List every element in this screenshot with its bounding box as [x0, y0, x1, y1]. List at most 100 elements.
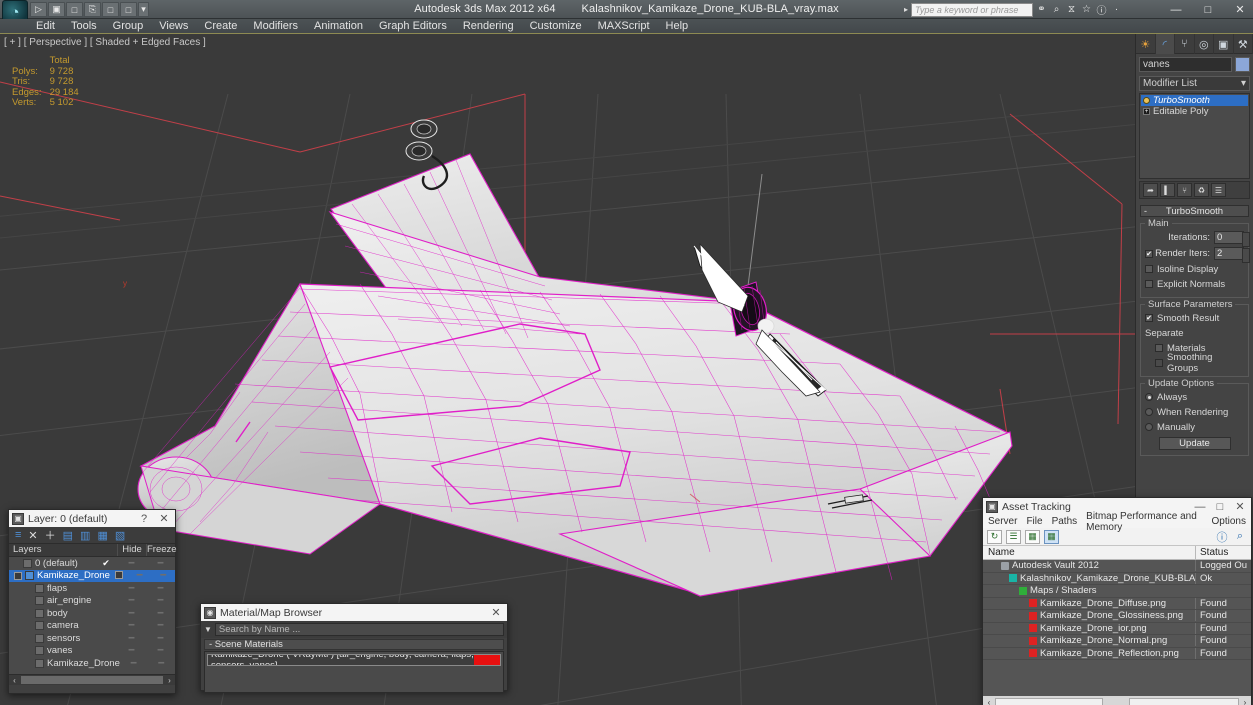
current-layer-box-icon[interactable]: [114, 570, 123, 579]
layer-hide-cell[interactable]: ━: [120, 658, 148, 669]
thumbnail-view-button[interactable]: ▦: [1025, 529, 1040, 544]
asset-row-maps-shaders[interactable]: Maps / Shaders: [983, 585, 1251, 598]
material-search-input[interactable]: Search by Name ...: [214, 623, 504, 636]
pin-stack-button[interactable]: ➦: [1143, 183, 1158, 197]
render-iters-spinner[interactable]: 2: [1214, 247, 1250, 263]
stack-item-editable-poly[interactable]: + Editable Poly: [1141, 106, 1248, 117]
add-selection-button[interactable]: ＋: [45, 527, 56, 543]
search-magnifier-icon[interactable]: ⌕: [1050, 3, 1063, 16]
grid-view-button[interactable]: ▦: [1044, 529, 1059, 544]
layer-list[interactable]: 0 (default) ✔ ━ ━ Kamikaze_Drone ━ ━ fla…: [9, 557, 175, 685]
close-button[interactable]: ✕: [1231, 3, 1249, 16]
iterations-spinner[interactable]: 0: [1214, 231, 1250, 247]
menu-item-edit[interactable]: Edit: [28, 19, 63, 34]
menu-item-group[interactable]: Group: [105, 19, 152, 34]
filter-triangle-icon[interactable]: ▼: [204, 625, 212, 634]
hide-unhide-button[interactable]: ▧: [115, 529, 125, 542]
search-input[interactable]: Type a keyword or phrase: [911, 2, 1033, 17]
scrollbar-thumb[interactable]: [995, 698, 1103, 705]
delete-layer-button[interactable]: ✕: [28, 529, 37, 542]
update-button[interactable]: Update: [1158, 437, 1231, 450]
menu-item-options[interactable]: Options: [1212, 516, 1246, 527]
render-iters-checkbox[interactable]: [1145, 249, 1153, 258]
layer-dialog-help-button[interactable]: ?: [136, 513, 152, 525]
select-objects-button[interactable]: ▤: [63, 529, 73, 542]
update-when-rendering-row[interactable]: When Rendering: [1145, 406, 1244, 418]
remove-modifier-button[interactable]: ♻: [1194, 183, 1209, 197]
layer-freeze-cell[interactable]: ━: [146, 633, 175, 644]
search-binoculars-icon[interactable]: ⚭: [1035, 3, 1048, 16]
menu-item-help[interactable]: Help: [658, 19, 697, 34]
make-unique-button[interactable]: ⑂: [1177, 183, 1192, 197]
menu-item-animation[interactable]: Animation: [306, 19, 371, 34]
select-highlighted-button[interactable]: ▥: [80, 529, 90, 542]
menu-item-create[interactable]: Create: [196, 19, 245, 34]
material-browser-close-button[interactable]: ✕: [488, 606, 504, 619]
layer-hide-cell[interactable]: ━: [117, 633, 146, 644]
asset-row-reflection[interactable]: Kamikaze_Drone_Reflection.png Found: [983, 647, 1251, 660]
explicit-normals-checkbox[interactable]: [1145, 280, 1153, 288]
menu-item-bitmap-performance[interactable]: Bitmap Performance and Memory: [1086, 511, 1202, 533]
favorites-star-icon[interactable]: ☆: [1080, 3, 1093, 16]
asset-row-ior[interactable]: Kamikaze_Drone_ior.png Found: [983, 622, 1251, 635]
list-view-button[interactable]: ☰: [1006, 529, 1021, 544]
layer-row-sensors[interactable]: sensors ━ ━: [9, 632, 175, 645]
layer-freeze-cell[interactable]: ━: [151, 570, 175, 581]
hierarchy-tab[interactable]: ⑂: [1175, 34, 1195, 54]
scrollbar-track[interactable]: [1129, 698, 1239, 705]
layer-hide-cell[interactable]: ━: [117, 608, 146, 619]
help-search-icon[interactable]: ⌕: [1233, 530, 1247, 543]
layer-row-vanes[interactable]: vanes ━ ━: [9, 645, 175, 658]
scene-materials-list[interactable]: Kamikaze_Drone ( VRayMtl ) [air_engine, …: [204, 651, 504, 693]
asset-tracking-dialog[interactable]: ▣ Asset Tracking — □ ✕ Server File Paths…: [982, 497, 1252, 705]
layer-dialog[interactable]: ▣ Layer: 0 (default) ? ✕ ≡ ✕ ＋ ▤ ▥ ▦ ▧ L…: [8, 509, 177, 694]
material-map-browser[interactable]: ◉ Material/Map Browser ✕ ▼ Search by Nam…: [200, 603, 508, 693]
smooth-result-checkbox[interactable]: [1145, 314, 1153, 322]
menu-item-paths[interactable]: Paths: [1052, 516, 1078, 527]
layer-freeze-cell[interactable]: ━: [146, 608, 175, 619]
menu-item-maxscript[interactable]: MAXScript: [590, 19, 658, 34]
update-manually-radio[interactable]: [1145, 423, 1153, 431]
menu-item-file[interactable]: File: [1026, 516, 1042, 527]
asset-tracking-maximize-button[interactable]: □: [1212, 501, 1228, 513]
material-color-swatch[interactable]: [474, 655, 500, 665]
modifier-stack[interactable]: TurboSmooth + Editable Poly: [1139, 93, 1250, 179]
layer-freeze-cell[interactable]: ━: [146, 583, 175, 594]
scroll-right-icon[interactable]: ›: [1239, 698, 1251, 705]
layer-dialog-close-button[interactable]: ✕: [156, 512, 172, 525]
create-tab[interactable]: ☀: [1136, 34, 1156, 54]
display-tab[interactable]: ▣: [1214, 34, 1234, 54]
asset-tracking-list[interactable]: Autodesk Vault 2012 Logged Ou Kalashniko…: [983, 560, 1251, 696]
layer-freeze-cell[interactable]: ━: [146, 558, 175, 569]
material-list-item[interactable]: Kamikaze_Drone ( VRayMtl ) [air_engine, …: [207, 654, 501, 666]
show-end-result-button[interactable]: ▍: [1160, 183, 1175, 197]
update-always-row[interactable]: Always: [1145, 391, 1244, 403]
stack-item-turbosmooth[interactable]: TurboSmooth: [1141, 95, 1248, 106]
current-layer-toggle[interactable]: [110, 570, 128, 581]
asset-tracking-close-button[interactable]: ✕: [1232, 500, 1248, 513]
asset-row-normal[interactable]: Kamikaze_Drone_Normal.png Found: [983, 635, 1251, 648]
viewport-label[interactable]: [ + ] [ Perspective ] [ Shaded + Edged F…: [4, 37, 206, 48]
menu-item-graph-editors[interactable]: Graph Editors: [371, 19, 455, 34]
layer-hide-cell[interactable]: ━: [117, 558, 146, 569]
layer-hide-cell[interactable]: ━: [117, 595, 146, 606]
layer-expand-box[interactable]: [14, 571, 22, 580]
help-icon[interactable]: ⓘ: [1095, 3, 1108, 17]
scroll-left-icon[interactable]: ‹: [983, 698, 995, 705]
menu-item-modifiers[interactable]: Modifiers: [245, 19, 306, 34]
layer-row-camera[interactable]: camera ━ ━: [9, 620, 175, 633]
motion-tab[interactable]: ◎: [1195, 34, 1214, 54]
layer-row-flaps[interactable]: flaps ━ ━: [9, 582, 175, 595]
expand-plus-icon[interactable]: +: [1143, 108, 1150, 115]
highlight-selected-button[interactable]: ▦: [97, 529, 107, 542]
help-dropdown-icon[interactable]: ·: [1110, 3, 1123, 16]
layer-row-0-default[interactable]: 0 (default) ✔ ━ ━: [9, 557, 175, 570]
maximize-button[interactable]: □: [1199, 4, 1217, 16]
layer-row-body[interactable]: body ━ ━: [9, 607, 175, 620]
layer-freeze-cell[interactable]: ━: [146, 620, 175, 631]
menu-item-customize[interactable]: Customize: [522, 19, 590, 34]
layer-freeze-cell[interactable]: ━: [146, 645, 175, 656]
create-new-layer-button[interactable]: ≡: [15, 529, 21, 541]
scroll-left-icon[interactable]: ‹: [9, 676, 20, 685]
layer-hide-cell[interactable]: ━: [128, 570, 152, 581]
